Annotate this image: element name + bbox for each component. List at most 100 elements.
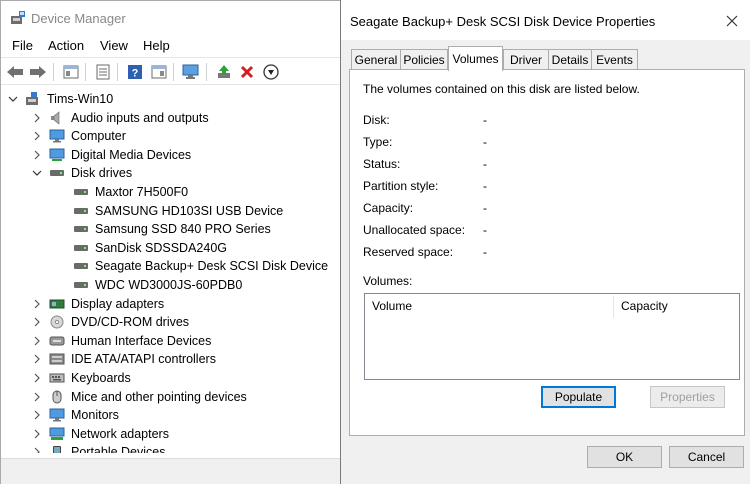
- action-pane-button[interactable]: [149, 62, 169, 82]
- chevron-right-icon: [34, 373, 40, 383]
- unallocated-space-label: Unallocated space:: [363, 223, 466, 237]
- tree-device-item[interactable]: SanDisk SDSSDA240G: [55, 239, 227, 257]
- svg-text:?: ?: [132, 68, 139, 80]
- forward-arrow-icon: [30, 66, 46, 78]
- expand-toggle[interactable]: [31, 298, 43, 310]
- menu-view[interactable]: View: [100, 38, 128, 53]
- tree-item-label: Tims-Win10: [47, 92, 114, 106]
- help-toolbar-button[interactable]: ?: [125, 62, 145, 82]
- populate-button[interactable]: Populate: [541, 386, 616, 408]
- toolbar-separator: [53, 63, 54, 81]
- device-manager-title: Device Manager: [31, 11, 126, 26]
- tree-device-item[interactable]: Seagate Backup+ Desk SCSI Disk Device: [55, 257, 328, 275]
- properties-icon: [96, 64, 110, 80]
- back-button[interactable]: [5, 62, 25, 82]
- tree-device-item[interactable]: WDC WD3000JS-60PDB0: [55, 276, 242, 294]
- tab-policies[interactable]: Policies: [400, 49, 448, 70]
- expand-toggle[interactable]: [31, 391, 43, 403]
- console-tree-icon: [63, 65, 79, 79]
- tree-category-item[interactable]: Digital Media Devices: [31, 146, 191, 164]
- chevron-right-icon: [34, 447, 40, 453]
- expand-toggle[interactable]: [31, 335, 43, 347]
- mouse-icon: [49, 390, 65, 404]
- tree-category-item[interactable]: DVD/CD-ROM drives: [31, 313, 189, 331]
- tree-device-item[interactable]: Samsung SSD 840 PRO Series: [55, 220, 271, 238]
- tree-category-item[interactable]: IDE ATA/ATAPI controllers: [31, 350, 216, 368]
- expand-toggle[interactable]: [31, 112, 43, 124]
- tree-root-item[interactable]: Tims-Win10: [7, 90, 113, 108]
- disk-drive-icon: [49, 166, 65, 180]
- expand-toggle[interactable]: [31, 428, 43, 440]
- tree-category-item[interactable]: Audio inputs and outputs: [31, 109, 209, 127]
- menu-help[interactable]: Help: [143, 38, 170, 53]
- tree-item-label: Monitors: [71, 408, 119, 423]
- tree-category-item[interactable]: Computer: [31, 127, 126, 145]
- tree-item-label: Network adapters: [71, 426, 169, 441]
- status-bar: [1, 458, 341, 484]
- uninstall-device-button[interactable]: [237, 62, 257, 82]
- tree-item-label: IDE ATA/ATAPI controllers: [71, 352, 216, 367]
- expand-toggle[interactable]: [7, 93, 19, 105]
- expand-toggle[interactable]: [31, 409, 43, 421]
- properties-toolbar-button[interactable]: [93, 62, 113, 82]
- hid-icon: [49, 334, 65, 348]
- properties-button[interactable]: Properties: [650, 386, 725, 408]
- show-hide-console-tree-button[interactable]: [61, 62, 81, 82]
- ide-controller-icon: [49, 352, 65, 366]
- dialog-titlebar: Seagate Backup+ Desk SCSI Disk Device Pr…: [341, 0, 750, 40]
- menu-file[interactable]: File: [12, 38, 33, 53]
- toolbar-separator: [206, 63, 207, 81]
- column-header-capacity[interactable]: Capacity: [614, 294, 740, 318]
- tab-label: General: [354, 53, 398, 67]
- tree-category-item[interactable]: Human Interface Devices: [31, 332, 211, 350]
- device-manager-app-icon: [11, 11, 25, 24]
- tree-category-item[interactable]: Monitors: [31, 406, 119, 424]
- column-header-volume[interactable]: Volume: [365, 294, 613, 318]
- chevron-right-icon: [34, 317, 40, 327]
- forward-button[interactable]: [28, 62, 48, 82]
- tree-category-item[interactable]: Network adapters: [31, 425, 169, 443]
- tree-item-label: Digital Media Devices: [71, 147, 192, 162]
- scan-hardware-button[interactable]: [181, 62, 201, 82]
- capacity-value: -: [483, 201, 487, 215]
- tab-driver[interactable]: Driver: [503, 49, 549, 70]
- tree-category-item[interactable]: Mice and other pointing devices: [31, 388, 247, 406]
- ok-button[interactable]: OK: [587, 446, 662, 468]
- tab-volumes[interactable]: Volumes: [448, 46, 503, 71]
- tab-details[interactable]: Details: [548, 49, 592, 70]
- cancel-button[interactable]: Cancel: [669, 446, 744, 468]
- red-x-icon: [240, 65, 254, 79]
- expand-toggle[interactable]: [31, 353, 43, 365]
- close-icon: [726, 15, 738, 27]
- expand-toggle[interactable]: [31, 372, 43, 384]
- menu-bar: File Action View Help: [1, 36, 341, 56]
- tree-item-label: Mice and other pointing devices: [71, 389, 247, 404]
- menu-action[interactable]: Action: [48, 38, 84, 53]
- disk-drive-icon: [73, 259, 89, 273]
- tree-category-item[interactable]: Keyboards: [31, 369, 131, 387]
- tree-category-item[interactable]: Disk drives: [31, 164, 132, 182]
- tab-events[interactable]: Events: [591, 49, 638, 70]
- tree-category-item[interactable]: Display adapters: [31, 295, 164, 313]
- tree-device-item[interactable]: Maxtor 7H500F0: [55, 183, 188, 201]
- volumes-list[interactable]: Volume Capacity: [364, 293, 740, 380]
- update-driver-button[interactable]: [214, 62, 234, 82]
- back-arrow-icon: [7, 66, 23, 78]
- chevron-down-icon: [32, 170, 42, 177]
- volumes-description: The volumes contained on this disk are l…: [363, 82, 640, 96]
- tree-category-item[interactable]: Portable Devices: [31, 443, 166, 453]
- disable-device-button[interactable]: [261, 62, 281, 82]
- chevron-right-icon: [34, 113, 40, 123]
- expand-toggle[interactable]: [31, 130, 43, 142]
- expand-toggle[interactable]: [31, 149, 43, 161]
- tree-device-item[interactable]: SAMSUNG HD103SI USB Device: [55, 202, 283, 220]
- expand-toggle[interactable]: [31, 316, 43, 328]
- expand-toggle[interactable]: [31, 446, 43, 453]
- chevron-down-icon: [8, 96, 18, 102]
- properties-dialog: Seagate Backup+ Desk SCSI Disk Device Pr…: [340, 0, 750, 484]
- dialog-close-button[interactable]: [719, 8, 745, 34]
- expand-toggle[interactable]: [31, 167, 43, 179]
- tab-general[interactable]: General: [351, 49, 401, 70]
